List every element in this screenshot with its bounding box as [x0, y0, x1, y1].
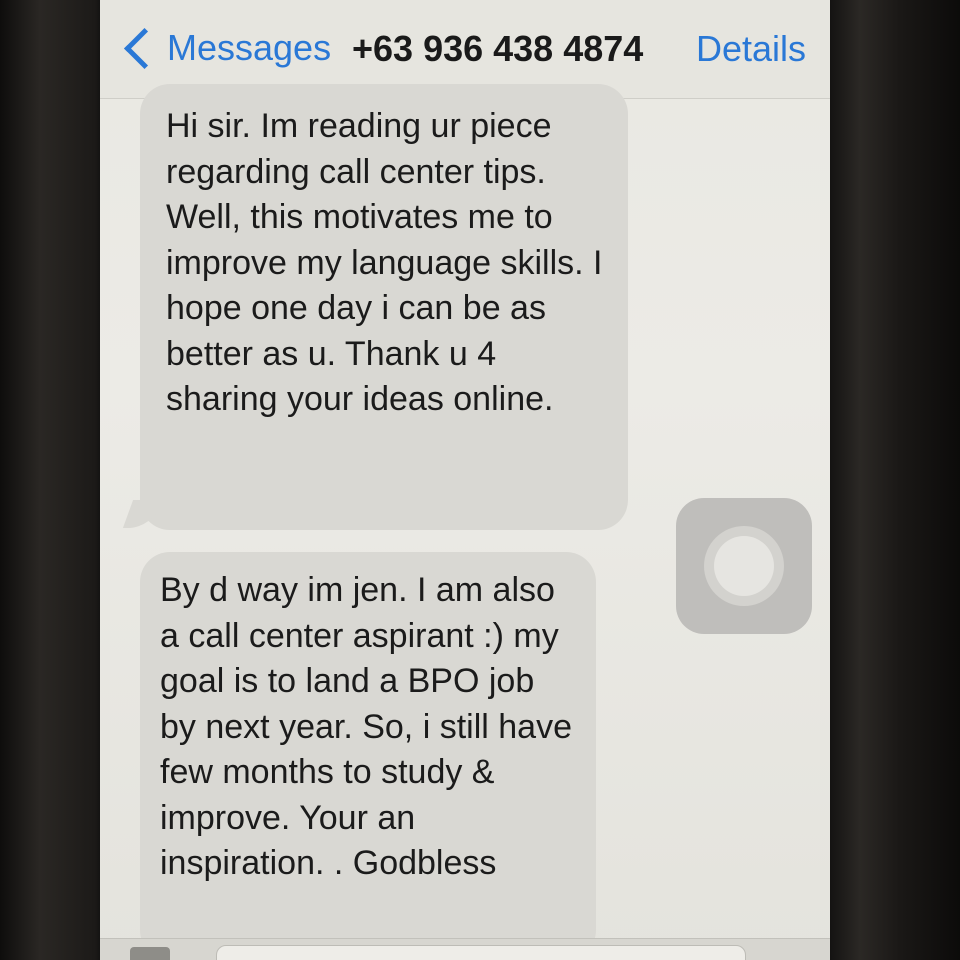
details-button[interactable]: Details: [696, 28, 806, 70]
assistive-touch-icon: [704, 526, 784, 606]
assistive-touch-center: [714, 536, 774, 596]
back-button-label: Messages: [167, 27, 332, 68]
phone-frame: Messages +63 936 438 4874 Details Hi sir…: [0, 0, 960, 960]
messages-screen: Messages +63 936 438 4874 Details Hi sir…: [100, 0, 830, 960]
chevron-left-icon: [123, 27, 166, 69]
camera-icon[interactable]: [130, 947, 170, 960]
message-bubble: Hi sir. Im reading ur piece regarding ca…: [140, 84, 628, 530]
message-bubble: By d way im jen. I am also a call center…: [140, 552, 596, 960]
message-text: Hi sir. Im reading ur piece regarding ca…: [166, 107, 603, 418]
message-input[interactable]: [216, 945, 746, 960]
message-composer: [100, 938, 830, 960]
message-text: By d way im jen. I am also a call center…: [160, 571, 572, 882]
assistive-touch-button[interactable]: [676, 498, 812, 634]
conversation-title: +63 936 438 4874: [352, 28, 644, 69]
back-button[interactable]: Messages: [120, 22, 331, 74]
